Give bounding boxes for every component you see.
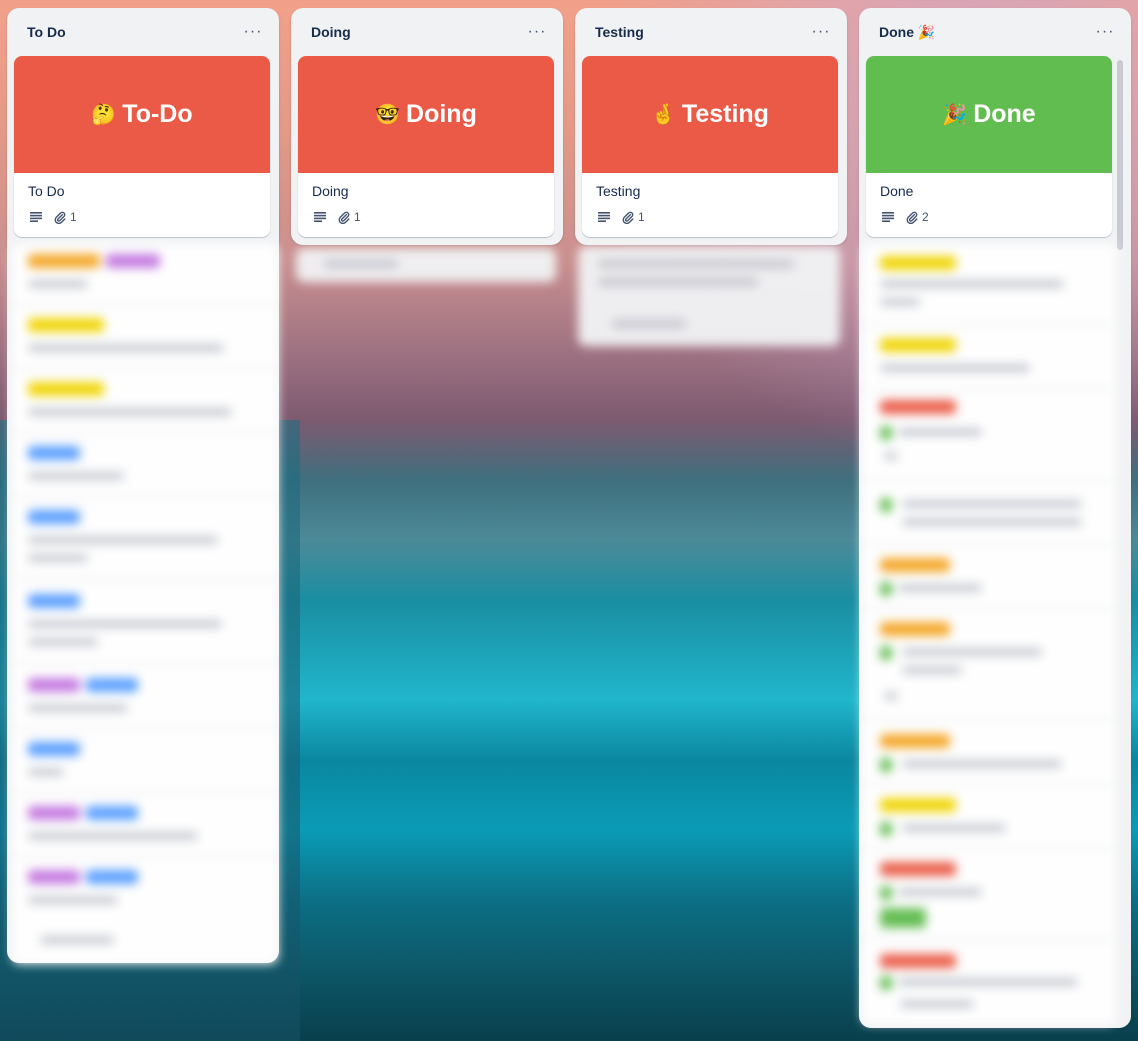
- attachment-count: 1: [70, 210, 77, 224]
- description-lines-icon: [880, 209, 896, 225]
- cover-text: Doing: [406, 100, 477, 128]
- attachment-count: 1: [638, 210, 645, 224]
- more-horizontal-icon[interactable]: ···: [807, 18, 835, 46]
- paperclip-icon: [622, 211, 634, 224]
- list-title[interactable]: To Do: [27, 24, 66, 40]
- card-badges: 1: [28, 209, 256, 225]
- card-body: To Do 1: [14, 173, 270, 225]
- attachment-badge: 1: [338, 210, 361, 224]
- card-title: To Do: [28, 183, 65, 199]
- paperclip-icon: [54, 211, 66, 224]
- attachment-count: 1: [354, 210, 361, 224]
- blurred-cards-todo: [12, 244, 278, 964]
- cover-text: Testing: [681, 100, 769, 128]
- list-header: Testing ···: [575, 8, 847, 56]
- attachment-badge: 2: [906, 210, 929, 224]
- list-header: Doing ···: [291, 8, 563, 56]
- card-cover: 🤞 Testing: [582, 56, 838, 173]
- card-body: Doing 1: [298, 173, 554, 225]
- list-title[interactable]: Done 🎉: [879, 24, 935, 41]
- list-title[interactable]: Doing: [311, 24, 351, 40]
- list-doing: Doing ··· 🤓 Doing Doing 1: [291, 8, 563, 245]
- attachment-badge: 1: [622, 210, 645, 224]
- card-todo[interactable]: 🤔 To-Do To Do 1: [14, 56, 270, 237]
- attachment-badge: 1: [54, 210, 77, 224]
- more-horizontal-icon[interactable]: ···: [239, 18, 267, 46]
- card-testing[interactable]: 🤞 Testing Testing 1: [582, 56, 838, 237]
- blurred-cards-done: [862, 244, 1116, 1024]
- paperclip-icon: [906, 211, 918, 224]
- blurred-add-card-doing: [296, 248, 556, 282]
- card-cover: 🎉 Done: [866, 56, 1112, 173]
- list-testing: Testing ··· 🤞 Testing Testing 1: [575, 8, 847, 245]
- nerd-face-icon: 🤓: [375, 104, 401, 126]
- list-scrollbar[interactable]: [1117, 60, 1123, 250]
- thinking-face-icon: 🤔: [91, 104, 117, 126]
- cover-text: Done: [973, 100, 1036, 128]
- card-cover: 🤓 Doing: [298, 56, 554, 173]
- more-horizontal-icon[interactable]: ···: [523, 18, 551, 46]
- description-lines-icon: [28, 209, 44, 225]
- description-lines-icon: [596, 209, 612, 225]
- party-popper-icon: 🎉: [942, 104, 968, 126]
- crossed-fingers-icon: 🤞: [651, 104, 676, 126]
- card-title: Done: [880, 183, 914, 199]
- paperclip-icon: [338, 211, 350, 224]
- list-title[interactable]: Testing: [595, 24, 644, 40]
- card-cover: 🤔 To-Do: [14, 56, 270, 173]
- attachment-count: 2: [922, 210, 929, 224]
- blurred-cards-testing: [578, 246, 840, 346]
- list-header: To Do ···: [7, 8, 279, 56]
- card-badges: 1: [596, 209, 824, 225]
- card-title: Testing: [596, 183, 641, 199]
- card-title: Doing: [312, 183, 349, 199]
- cover-text: To-Do: [122, 100, 193, 128]
- more-horizontal-icon[interactable]: ···: [1091, 18, 1119, 46]
- card-badges: 2: [880, 209, 1098, 225]
- description-lines-icon: [312, 209, 328, 225]
- card-done[interactable]: 🎉 Done Done 2: [866, 56, 1112, 237]
- card-doing[interactable]: 🤓 Doing Doing 1: [298, 56, 554, 237]
- list-header: Done 🎉 ···: [859, 8, 1131, 56]
- card-badges: 1: [312, 209, 540, 225]
- card-body: Done 2: [866, 173, 1112, 225]
- card-body: Testing 1: [582, 173, 838, 225]
